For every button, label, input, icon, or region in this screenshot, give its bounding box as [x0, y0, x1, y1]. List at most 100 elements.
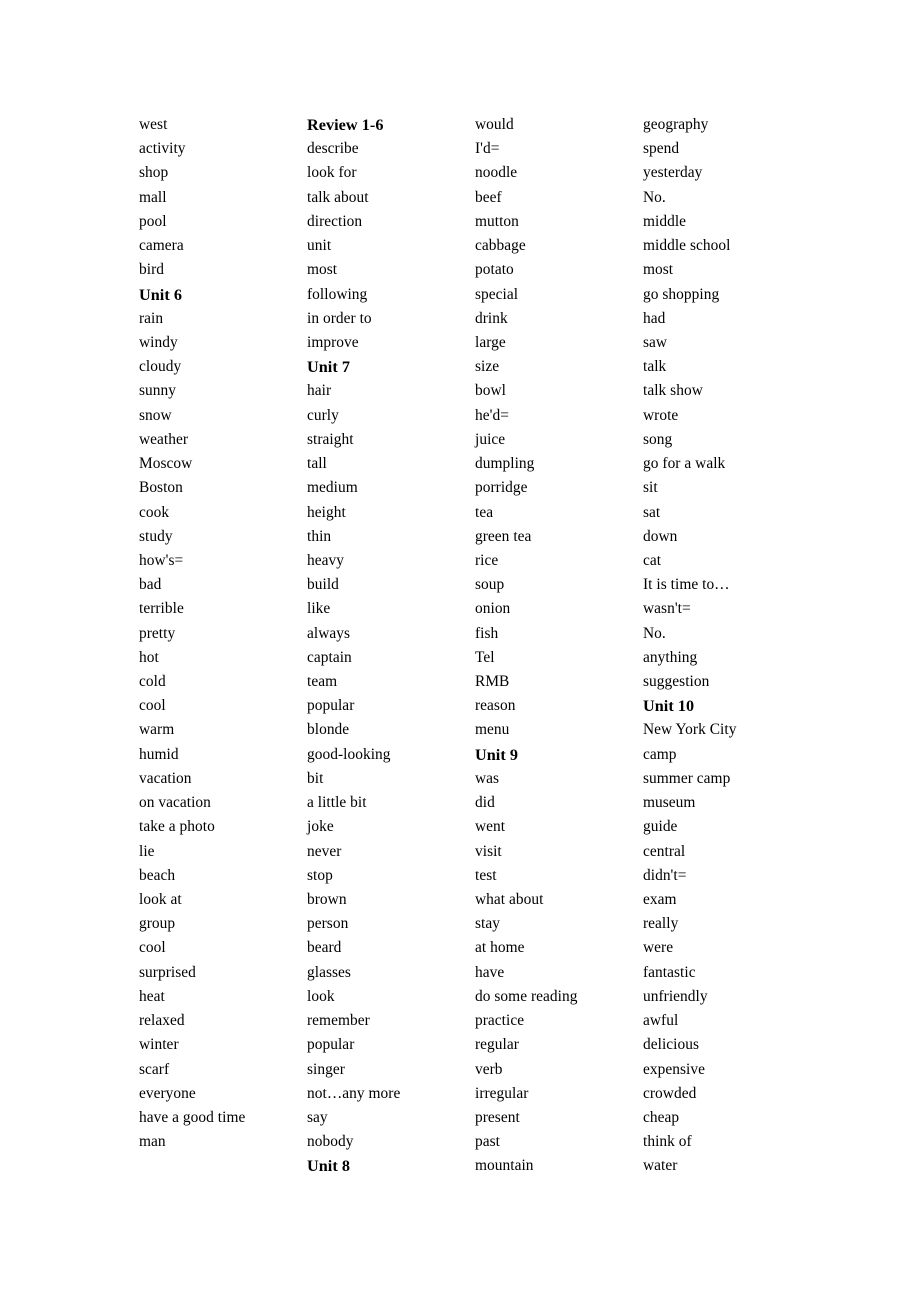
- word-entry: Moscow: [139, 455, 193, 473]
- word-entry: didn't=: [643, 866, 687, 884]
- word-entry: snow: [139, 406, 172, 424]
- word-entry: have: [475, 963, 505, 981]
- word-entry: middle school: [643, 237, 731, 255]
- word-entry: look for: [307, 164, 357, 182]
- word-entry: study: [139, 527, 173, 545]
- word-column-2: Review 1-6 describe look for talk about dire…: [307, 113, 475, 1179]
- word-column-1: west activity shop mall pool camera bird Unit 6…: [139, 113, 307, 1154]
- word-entry: how's=: [139, 551, 184, 569]
- word-entry: terrible: [139, 600, 184, 618]
- word-entry: New York City: [643, 721, 737, 739]
- word-entry: humid: [139, 745, 179, 763]
- word-entry: windy: [139, 333, 178, 351]
- word-entry: describe: [307, 140, 359, 158]
- word-entry: past: [475, 1133, 500, 1151]
- word-entry: It is time to…: [643, 576, 730, 594]
- word-entry: most: [643, 261, 674, 279]
- word-entry: tea: [475, 503, 494, 521]
- word-entry: wrote: [643, 406, 679, 424]
- word-entry: test: [475, 866, 497, 884]
- word-entry: height: [307, 503, 346, 521]
- word-entry: unit: [307, 237, 332, 255]
- word-entry: verb: [475, 1060, 503, 1078]
- word-entry: cool: [139, 697, 166, 715]
- word-entry: special: [475, 285, 519, 303]
- word-entry: awful: [643, 1012, 679, 1030]
- word-entry: cold: [139, 673, 166, 691]
- word-entry: cabbage: [475, 237, 526, 255]
- word-entry: everyone: [139, 1084, 196, 1102]
- word-entry: suggestion: [643, 673, 710, 691]
- word-entry: shop: [139, 164, 169, 182]
- word-entry: No.: [643, 624, 666, 642]
- word-entry: camera: [139, 237, 184, 255]
- unit-heading: Unit 6: [139, 285, 183, 304]
- word-entry: group: [139, 915, 176, 933]
- word-entry: fantastic: [643, 963, 696, 981]
- word-column-3: would I'd= noodle beef mutton cabbage potato sp…: [475, 113, 643, 1179]
- word-entry: what about: [475, 891, 544, 908]
- word-entry: most: [307, 261, 338, 279]
- word-entry: rice: [475, 551, 499, 569]
- word-entry: reason: [475, 697, 516, 715]
- word-entry: scarf: [139, 1060, 170, 1078]
- word-entry: like: [307, 600, 331, 618]
- word-entry: good-looking: [307, 745, 391, 763]
- word-entry: would: [475, 116, 514, 133]
- word-entry: central: [643, 842, 686, 860]
- word-entry: went: [475, 818, 506, 836]
- word-entry: go shopping: [643, 285, 720, 303]
- word-entry: relaxed: [139, 1012, 185, 1030]
- word-entry: a little bit: [307, 794, 367, 812]
- word-entry: popular: [307, 697, 355, 715]
- word-entry: thin: [307, 527, 332, 545]
- word-entry: Tel: [475, 648, 495, 666]
- word-entry: cheap: [643, 1108, 680, 1126]
- word-entry: did: [475, 794, 495, 812]
- word-entry: at home: [475, 939, 525, 957]
- word-entry: green tea: [475, 527, 532, 545]
- word-entry: was: [475, 769, 500, 787]
- unit-heading: Unit 9: [475, 745, 519, 764]
- word-entry: team: [307, 673, 338, 691]
- word-entry: vacation: [139, 769, 192, 787]
- word-entry: mountain: [475, 1157, 534, 1175]
- word-entry: remember: [307, 1012, 370, 1030]
- word-entry: camp: [643, 745, 677, 763]
- word-entry: in order to: [307, 309, 372, 327]
- word-entry: following: [307, 285, 368, 303]
- word-entry: activity: [139, 140, 186, 158]
- word-entry: crowded: [643, 1084, 697, 1102]
- word-entry: Boston: [139, 479, 183, 497]
- word-entry: medium: [307, 479, 358, 497]
- word-entry: beard: [307, 939, 342, 957]
- word-entry: nobody: [307, 1133, 354, 1151]
- word-entry: singer: [307, 1060, 345, 1078]
- word-entry: brown: [307, 891, 347, 908]
- word-entry: stop: [307, 866, 333, 884]
- word-entry: bowl: [475, 382, 506, 400]
- word-entry: talk about: [307, 188, 369, 206]
- word-entry: sit: [643, 479, 658, 497]
- word-entry: present: [475, 1108, 520, 1126]
- unit-heading: Unit 8: [307, 1157, 351, 1176]
- word-entry: cook: [139, 503, 170, 521]
- word-entry: large: [475, 333, 506, 351]
- word-entry: No.: [643, 188, 666, 206]
- word-entry: man: [139, 1133, 166, 1151]
- word-entry: glasses: [307, 963, 351, 981]
- word-entry: pretty: [139, 624, 176, 642]
- word-entry: always: [307, 624, 351, 642]
- word-entry: do some reading: [475, 987, 578, 1005]
- word-entry: direction: [307, 212, 363, 230]
- word-entry: mall: [139, 188, 167, 206]
- word-entry: practice: [475, 1012, 525, 1030]
- word-entry: had: [643, 309, 666, 327]
- word-entry: sunny: [139, 382, 177, 400]
- word-entry: have a good time: [139, 1108, 246, 1126]
- word-entry: cat: [643, 551, 662, 569]
- unit-heading: Unit 7: [307, 358, 351, 377]
- word-entry: hair: [307, 382, 332, 400]
- word-entry: guide: [643, 818, 678, 836]
- word-entry: soup: [475, 576, 505, 594]
